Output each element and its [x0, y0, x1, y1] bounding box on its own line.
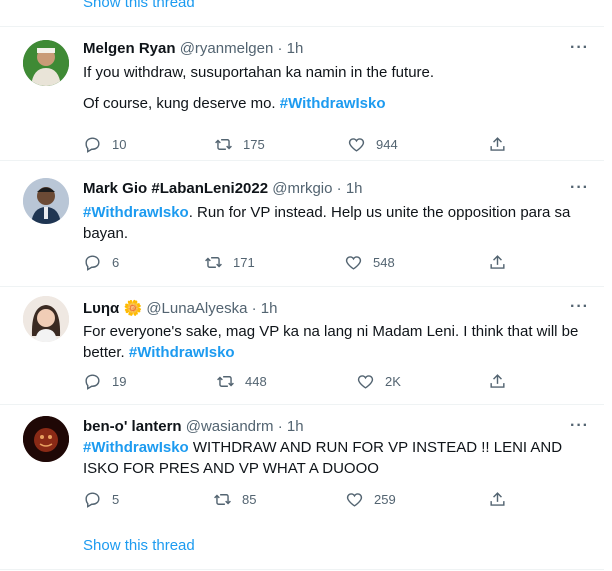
reply-count: 19: [112, 374, 127, 389]
reply-count: 5: [112, 492, 120, 507]
like-button[interactable]: 259: [345, 490, 396, 509]
timestamp[interactable]: · 1h: [252, 300, 278, 317]
flower-emoji-icon: 🌼: [123, 300, 143, 317]
retweet-button[interactable]: 171: [204, 253, 255, 272]
timestamp[interactable]: · 1h: [277, 40, 303, 57]
avatar[interactable]: [23, 178, 69, 224]
retweet-icon: [205, 257, 222, 268]
like-count: 944: [376, 137, 398, 152]
share-icon: [490, 492, 505, 506]
retweet-count: 85: [242, 492, 257, 507]
retweet-button[interactable]: 175: [214, 135, 265, 154]
tweet[interactable]: Mark Gio #LabanLeni2022 @mrkgio · 1h ···…: [0, 160, 604, 287]
retweet-button[interactable]: 448: [216, 372, 267, 391]
retweet-count: 171: [233, 255, 255, 270]
display-name[interactable]: ben-o' lantern: [83, 418, 182, 435]
like-button[interactable]: 2K: [356, 372, 401, 391]
divider: [0, 569, 604, 570]
retweet-icon: [214, 494, 231, 505]
reply-icon: [85, 255, 100, 271]
heart-icon: [357, 375, 374, 389]
share-button[interactable]: [488, 135, 517, 154]
display-name[interactable]: Melgen Ryan: [83, 40, 176, 57]
heart-icon: [346, 493, 363, 507]
tweet-text: For everyone's sake, mag VP ka na lang n…: [83, 323, 579, 361]
show-thread-link[interactable]: Show this thread: [83, 537, 195, 554]
timestamp[interactable]: · 1h: [337, 180, 363, 197]
hashtag-link[interactable]: #WithdrawIsko: [83, 439, 189, 456]
share-button[interactable]: [488, 490, 517, 509]
user-handle[interactable]: @ryanmelgen: [180, 40, 274, 57]
avatar[interactable]: [23, 40, 69, 86]
reply-icon: [85, 137, 100, 153]
avatar[interactable]: [23, 416, 69, 462]
like-count: 2K: [385, 374, 401, 389]
retweet-icon: [215, 139, 232, 150]
tweet-actions: 10 175 944: [83, 135, 505, 155]
hashtag-link[interactable]: #WithdrawIsko: [83, 204, 189, 221]
more-options-icon[interactable]: ···: [570, 298, 589, 316]
reply-icon: [85, 374, 100, 390]
retweet-icon: [217, 376, 234, 387]
display-name[interactable]: Mark Gio #LabanLeni2022: [83, 180, 268, 197]
more-options-icon[interactable]: ···: [570, 417, 589, 435]
share-button[interactable]: [488, 253, 517, 272]
retweet-count: 175: [243, 137, 265, 152]
show-thread-link[interactable]: Show this thread: [83, 0, 195, 11]
reply-count: 10: [112, 137, 127, 152]
tweet[interactable]: Melgen Ryan @ryanmelgen · 1h ··· If you …: [0, 27, 604, 161]
avatar[interactable]: [23, 296, 69, 342]
user-handle[interactable]: @wasiandrm: [186, 418, 274, 435]
reply-count: 6: [112, 255, 120, 270]
heart-icon: [348, 138, 365, 152]
share-icon: [490, 137, 505, 151]
share-icon: [490, 255, 505, 269]
tweet[interactable]: Lυηα 🌼 @LunaAlyeska · 1h ··· For everyon…: [0, 286, 604, 405]
share-button[interactable]: [488, 372, 517, 391]
tweet-actions: 6 171 548: [83, 253, 505, 273]
reply-button[interactable]: 19: [83, 372, 126, 391]
like-count: 548: [373, 255, 395, 270]
hashtag-link[interactable]: #WithdrawIsko: [129, 344, 235, 361]
tweet-text: #WithdrawIsko. Run for VP instead. Help …: [83, 204, 571, 242]
user-handle[interactable]: @mrkgio: [272, 180, 332, 197]
retweet-button[interactable]: 85: [213, 490, 256, 509]
tweet-text: If you withdraw, susuportahan ka namin i…: [83, 64, 435, 112]
display-name[interactable]: Lυηα: [83, 300, 119, 317]
like-button[interactable]: 548: [344, 253, 395, 272]
tweet-actions: 19 448 2K: [83, 372, 505, 392]
reply-button[interactable]: 10: [83, 135, 126, 154]
reply-button[interactable]: 6: [83, 253, 119, 272]
more-options-icon[interactable]: ···: [570, 179, 589, 197]
share-icon: [490, 374, 505, 388]
reply-icon: [85, 492, 100, 508]
retweet-count: 448: [245, 374, 267, 389]
like-button[interactable]: 944: [347, 135, 398, 154]
reply-button[interactable]: 5: [83, 490, 119, 509]
tweet-text: #WithdrawIsko WITHDRAW AND RUN FOR VP IN…: [83, 439, 563, 477]
user-handle[interactable]: @LunaAlyeska: [146, 300, 247, 317]
timestamp[interactable]: · 1h: [278, 418, 304, 435]
tweet-actions: 5 85 259: [83, 490, 505, 510]
more-options-icon[interactable]: ···: [570, 39, 589, 57]
like-count: 259: [374, 492, 396, 507]
heart-icon: [345, 256, 362, 270]
hashtag-link[interactable]: #WithdrawIsko: [280, 95, 386, 112]
